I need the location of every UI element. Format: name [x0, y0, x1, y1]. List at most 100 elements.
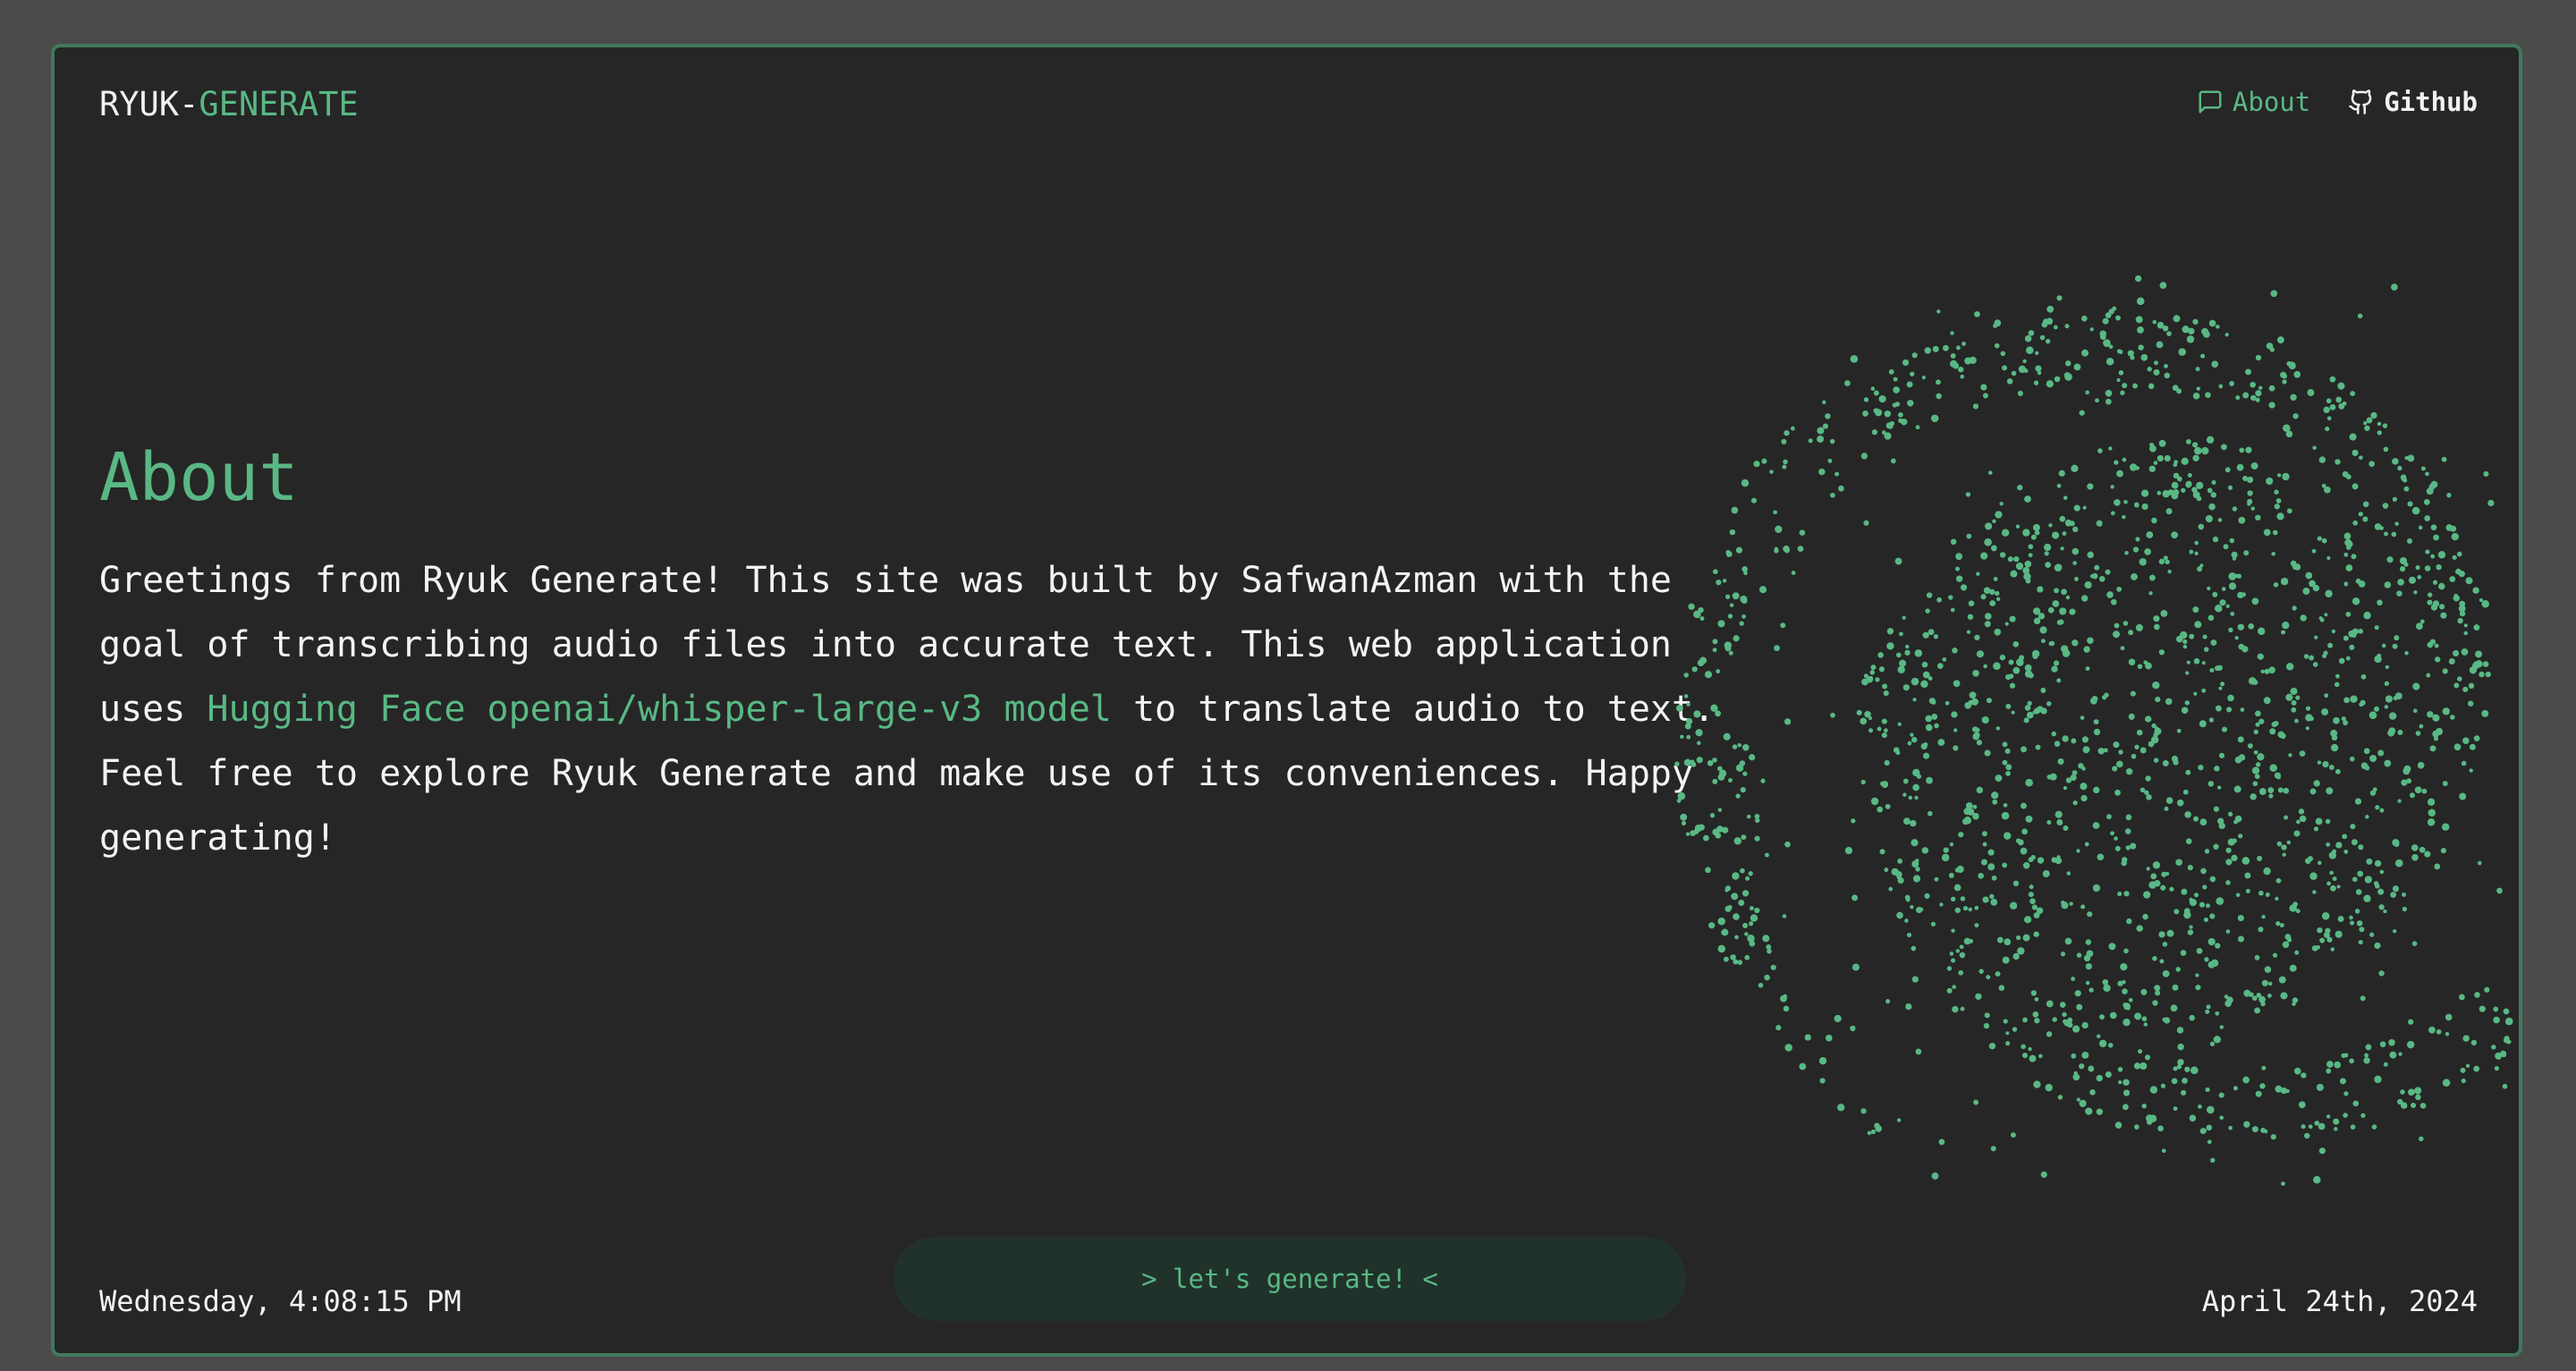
particle-dot: [2349, 433, 2357, 441]
particle-dot: [2275, 921, 2281, 927]
particle-dot: [2484, 986, 2490, 993]
current-time: Wednesday, 4:08:15 PM: [99, 1284, 462, 1318]
particle-dot: [2402, 893, 2406, 897]
particle-dot: [2330, 947, 2334, 952]
particle-dot: [1716, 580, 1722, 586]
particle-dot: [1826, 1035, 1833, 1042]
particle-dot: [1873, 390, 1879, 396]
particle-dot: [2144, 790, 2149, 795]
nav-github-link[interactable]: Github: [2348, 87, 2478, 117]
particle-dot: [1969, 939, 1973, 944]
particle-dot: [2315, 817, 2323, 825]
particle-dot: [2317, 760, 2322, 765]
particle-dot: [1902, 359, 1909, 366]
particle-dot: [2211, 480, 2216, 485]
particle-dot: [2450, 715, 2455, 720]
particle-dot: [1784, 1044, 1792, 1052]
nav-about-link[interactable]: About: [2197, 87, 2310, 117]
particle-dot: [2397, 730, 2403, 735]
particle-dot: [2067, 1017, 2072, 1023]
particle-dot: [2294, 718, 2299, 724]
particle-dot: [2207, 1105, 2215, 1114]
particle-dot: [2277, 336, 2284, 343]
particle-dot: [1822, 423, 1828, 429]
particle-dot: [2383, 910, 2387, 913]
particle-dot: [2479, 1005, 2486, 1012]
particle-dot: [1834, 1014, 1842, 1022]
particle-dot: [2446, 493, 2452, 498]
particle-dot: [2261, 914, 2266, 919]
particle-dot: [1925, 715, 1932, 723]
particle-dot: [1968, 907, 1972, 912]
particle-dot: [2385, 664, 2389, 669]
particle-dot: [2061, 901, 2069, 910]
particle-dot: [2039, 626, 2047, 634]
particle-dot: [2335, 769, 2341, 774]
whisper-model-link[interactable]: Hugging Face openai/whisper-large-v3 mod…: [207, 689, 1111, 730]
particle-dot: [2285, 693, 2293, 701]
particle-dot: [1804, 1034, 1811, 1041]
particle-dot: [2355, 798, 2361, 805]
particle-dot: [1724, 645, 1732, 652]
particle-dot: [1773, 510, 1777, 514]
particle-dot: [2187, 865, 2193, 871]
particle-dot: [2111, 599, 2117, 605]
particle-dot: [2292, 1002, 2296, 1006]
particle-dot: [2035, 365, 2042, 372]
particle-dot: [2254, 1007, 2260, 1014]
lets-generate-button[interactable]: > let's generate! <: [894, 1237, 1686, 1321]
particle-dot: [2087, 551, 2094, 558]
particle-dot: [1910, 371, 1915, 377]
particle-dot: [2131, 754, 2137, 759]
particle-dot: [2173, 315, 2181, 323]
brand-logo[interactable]: RYUK-GENERATE: [99, 85, 359, 123]
particle-dot: [2263, 867, 2271, 876]
particle-dot: [2149, 444, 2157, 453]
particle-dot: [2325, 589, 2333, 597]
particle-dot: [2250, 382, 2256, 388]
particle-dot: [2219, 599, 2226, 606]
particle-dot: [1780, 622, 1786, 629]
particle-dot: [2123, 891, 2130, 897]
particle-dot: [2379, 808, 2385, 813]
particle-dot: [2002, 862, 2007, 868]
particle-dot: [1981, 831, 1987, 837]
particle-dot: [2226, 996, 2233, 1003]
particle-dot: [1912, 875, 1921, 883]
particle-dot: [2085, 939, 2091, 945]
particle-dot: [2044, 551, 2049, 556]
particle-dot: [2258, 718, 2265, 724]
particle-dot: [2242, 392, 2250, 399]
particle-dot: [2269, 764, 2277, 772]
particle-dot: [2128, 630, 2133, 636]
particle-dot: [1749, 921, 1754, 927]
particle-dot: [2209, 1041, 2215, 1046]
particle-dot: [1723, 732, 1731, 741]
particle-dot: [2146, 794, 2152, 800]
particle-dot: [2081, 1052, 2089, 1059]
particle-dot: [2441, 456, 2447, 462]
particle-dot: [2012, 952, 2020, 960]
particle-dot: [1870, 1130, 1876, 1135]
particle-dot: [2074, 577, 2079, 581]
particle-dot: [2187, 473, 2192, 478]
particle-dot: [2404, 651, 2409, 656]
particle-dot: [2073, 504, 2080, 512]
particle-dot: [2247, 490, 2253, 496]
particle-dot: [2295, 909, 2301, 914]
particle-dot: [2080, 783, 2088, 791]
particle-dot: [2241, 592, 2246, 597]
particle-dot: [2040, 1171, 2047, 1178]
particle-dot: [1934, 876, 1939, 882]
particle-dot: [1782, 464, 1787, 470]
particle-dot: [2153, 461, 2158, 465]
particle-dot: [2472, 587, 2479, 594]
particle-dot: [2358, 844, 2364, 851]
particle-dot: [2251, 597, 2259, 605]
particle-dot: [2173, 1066, 2178, 1071]
particle-dot: [2257, 653, 2264, 660]
particle-dot: [2411, 941, 2418, 946]
particle-dot: [1921, 376, 1926, 380]
particle-dot: [2272, 952, 2278, 958]
particle-dot: [2123, 1104, 2129, 1111]
